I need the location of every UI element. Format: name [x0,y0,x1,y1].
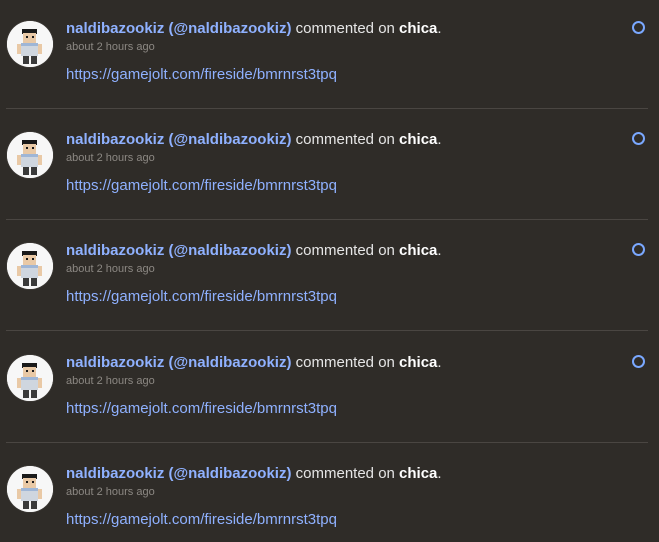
fireside-link[interactable]: https://gamejolt.com/fireside/bmrnrst3tp… [66,177,337,195]
unread-dot-icon[interactable] [632,355,645,368]
user-handle-link[interactable]: (@naldibazookiz) [169,242,292,259]
notification-item[interactable]: naldibazookiz (@naldibazookiz) commented… [0,0,659,111]
user-handle-link[interactable]: (@naldibazookiz) [169,131,292,148]
punctuation: . [437,131,442,148]
punctuation: . [437,242,442,259]
fireside-link[interactable]: https://gamejolt.com/fireside/bmrnrst3tp… [66,66,337,84]
user-avatar-icon[interactable] [7,466,53,512]
action-text: commented on [291,20,400,37]
username-link[interactable]: naldibazookiz [66,20,164,37]
target-link[interactable]: chica [399,131,437,148]
punctuation: . [437,465,442,482]
target-link[interactable]: chica [399,465,437,482]
notification-text: naldibazookiz (@naldibazookiz) commented… [66,242,442,260]
divider [6,442,648,443]
fireside-link[interactable]: https://gamejolt.com/fireside/bmrnrst3tp… [66,288,337,306]
user-handle-link[interactable]: (@naldibazookiz) [169,20,292,37]
notification-item[interactable]: naldibazookiz (@naldibazookiz) commented… [0,445,659,542]
notification-item[interactable]: naldibazookiz (@naldibazookiz) commented… [0,111,659,222]
action-text: commented on [291,242,400,259]
fireside-link[interactable]: https://gamejolt.com/fireside/bmrnrst3tp… [66,400,337,418]
target-link[interactable]: chica [399,20,437,37]
target-link[interactable]: chica [399,242,437,259]
unread-dot-icon[interactable] [632,243,645,256]
user-handle-link[interactable]: (@naldibazookiz) [169,465,292,482]
username-link[interactable]: naldibazookiz [66,465,164,482]
user-avatar-icon[interactable] [7,243,53,289]
divider [6,219,648,220]
action-text: commented on [291,354,400,371]
timestamp: about 2 hours ago [66,375,155,387]
fireside-link[interactable]: https://gamejolt.com/fireside/bmrnrst3tp… [66,511,337,529]
unread-dot-icon[interactable] [632,21,645,34]
notification-text: naldibazookiz (@naldibazookiz) commented… [66,131,442,149]
user-avatar-icon[interactable] [7,21,53,67]
timestamp: about 2 hours ago [66,41,155,53]
username-link[interactable]: naldibazookiz [66,131,164,148]
notification-item[interactable]: naldibazookiz (@naldibazookiz) commented… [0,222,659,333]
user-handle-link[interactable]: (@naldibazookiz) [169,354,292,371]
notification-item[interactable]: naldibazookiz (@naldibazookiz) commented… [0,334,659,445]
divider [6,330,648,331]
username-link[interactable]: naldibazookiz [66,354,164,371]
action-text: commented on [291,131,400,148]
timestamp: about 2 hours ago [66,152,155,164]
username-link[interactable]: naldibazookiz [66,242,164,259]
user-avatar-icon[interactable] [7,132,53,178]
action-text: commented on [291,465,400,482]
notification-text: naldibazookiz (@naldibazookiz) commented… [66,465,442,483]
timestamp: about 2 hours ago [66,263,155,275]
notification-text: naldibazookiz (@naldibazookiz) commented… [66,20,442,38]
notification-text: naldibazookiz (@naldibazookiz) commented… [66,354,442,372]
user-avatar-icon[interactable] [7,355,53,401]
punctuation: . [437,20,442,37]
punctuation: . [437,354,442,371]
unread-dot-icon[interactable] [632,132,645,145]
divider [6,108,648,109]
timestamp: about 2 hours ago [66,486,155,498]
target-link[interactable]: chica [399,354,437,371]
notification-feed: naldibazookiz (@naldibazookiz) commented… [0,0,659,542]
